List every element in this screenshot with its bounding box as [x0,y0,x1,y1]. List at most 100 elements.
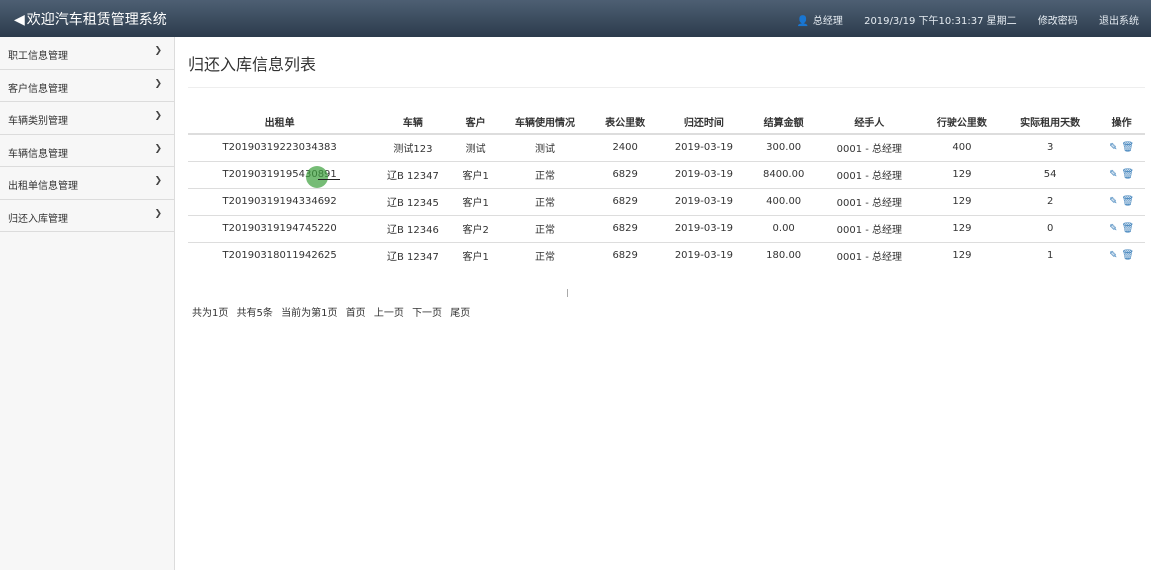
cell-odometer: 6829 [593,214,658,242]
divider [188,87,1145,88]
column-header: 客户 [454,110,497,135]
cell-amount: 0.00 [750,214,817,242]
chevron-down-icon: ❯ [154,111,162,121]
cell-handler: 0001 - 总经理 [816,241,922,269]
cell-odometer: 2400 [593,133,658,161]
pagination: 共为1页 共有5条 当前为第1页 首页 上一页 下一页 尾页 [192,304,475,319]
cell-actions: ✎ 🗑 [1098,187,1145,215]
sidebar-item-returns[interactable]: 归还入库管理 ❯ [0,200,174,232]
table-row: T20190319194334692 辽B 12345 客户1 正常 6829 … [188,187,1145,215]
table-row: T20190319223034383 测试123 测试 测试 2400 2019… [188,133,1145,161]
pager-total-records: 共有5条 [236,308,273,319]
pencil-icon[interactable]: ✎ [1109,169,1117,180]
chevron-down-icon: ❯ [154,208,162,219]
sidebar-item-label: 归还入库管理 [8,213,68,225]
table-row: T20190319194745220 辽B 12346 客户2 正常 6829 … [188,214,1145,242]
cell-odometer: 6829 [593,187,658,215]
cell-return-date: 2019-03-19 [657,160,751,188]
pencil-icon[interactable]: ✎ [1109,250,1117,261]
trash-icon[interactable]: 🗑 [1121,223,1134,234]
cell-vehicle: 辽B 12346 [371,214,455,242]
cell-distance: 400 [921,133,1002,161]
cell-days: 3 [1002,133,1099,161]
chevron-down-icon: ❯ [154,46,162,56]
pager-first-link[interactable]: 首页 [346,308,366,319]
sidebar-item-customers[interactable]: 客户信息管理 ❯ [0,70,174,102]
current-user[interactable]: 总经理 [813,16,843,27]
change-password-link[interactable]: 修改密码 [1038,16,1078,27]
column-header: 行驶公里数 [921,110,1002,135]
cell-amount: 8400.00 [750,160,817,188]
cell-days: 0 [1002,214,1099,242]
cell-handler: 0001 - 总经理 [816,214,922,242]
cell-vehicle: 辽B 12347 [371,160,455,188]
user-icon: 👤 [796,16,809,27]
sidebar-item-rental-orders[interactable]: 出租单信息管理 ❯ [0,167,174,200]
trash-icon[interactable]: 🗑 [1121,250,1134,261]
trash-icon[interactable]: 🗑 [1121,196,1134,207]
cell-handler: 0001 - 总经理 [816,187,922,215]
cell-condition: 测试 [496,133,594,161]
pager-prev-link[interactable]: 上一页 [374,308,404,319]
pencil-icon[interactable]: ✎ [1109,196,1117,207]
table-row: T20190319195430891 辽B 12347 客户1 正常 6829 … [188,160,1145,188]
sidebar-item-label: 车辆信息管理 [8,148,68,160]
column-header: 实际租用天数 [1002,110,1099,135]
sidebar-item-vehicles[interactable]: 车辆信息管理 ❯ [0,135,174,167]
app-title: ◀ 欢迎汽车租赁管理系统 [14,12,167,28]
cell-actions: ✎ 🗑 [1098,160,1145,188]
cell-vehicle: 辽B 12347 [371,241,455,269]
logout-link[interactable]: 退出系统 [1099,16,1139,27]
cell-vehicle: 辽B 12345 [371,187,455,215]
cell-condition: 正常 [496,214,594,242]
cell-customer: 测试 [454,133,497,161]
returns-table: 出租单 车辆 客户 车辆使用情况 表公里数 归还时间 结算金额 经手人 行驶公里… [188,110,1145,269]
cell-distance: 129 [921,241,1002,269]
cell-order: T20190319195430891 [188,160,372,188]
cell-handler: 0001 - 总经理 [816,133,922,161]
sidebar: 职工信息管理 ❯ 客户信息管理 ❯ 车辆类别管理 ❯ 车辆信息管理 ❯ 出租单信息管理 ❯… [0,37,175,570]
cell-customer: 客户1 [454,187,497,215]
cell-days: 2 [1002,187,1099,215]
cell-distance: 129 [921,160,1002,188]
column-header: 操作 [1098,110,1145,135]
sidebar-item-label: 职工信息管理 [8,51,68,62]
cell-odometer: 6829 [593,160,658,188]
cell-return-date: 2019-03-19 [657,241,751,269]
sidebar-item-vehicle-types[interactable]: 车辆类别管理 ❯ [0,102,174,135]
cell-condition: 正常 [496,187,594,215]
trash-icon[interactable]: 🗑 [1121,169,1134,180]
pencil-icon[interactable]: ✎ [1109,223,1117,234]
sidebar-item-label: 客户信息管理 [8,83,68,95]
pencil-icon[interactable]: ✎ [1109,142,1117,153]
page-title: 归还入库信息列表 [188,55,317,74]
cell-distance: 129 [921,187,1002,215]
cell-days: 1 [1002,241,1099,269]
cell-actions: ✎ 🗑 [1098,241,1145,269]
pager-next-link[interactable]: 下一页 [412,308,442,319]
cell-order: T20190319223034383 [188,133,372,161]
cell-actions: ✎ 🗑 [1098,133,1145,161]
cell-actions: ✎ 🗑 [1098,214,1145,242]
cell-return-date: 2019-03-19 [657,214,751,242]
cell-return-date: 2019-03-19 [657,133,751,161]
chevron-down-icon: ❯ [154,143,162,154]
trash-icon[interactable]: 🗑 [1121,142,1134,153]
sidebar-item-label: 出租单信息管理 [8,181,78,192]
cell-return-date: 2019-03-19 [657,187,751,215]
table-header-row: 出租单 车辆 客户 车辆使用情况 表公里数 归还时间 结算金额 经手人 行驶公里… [188,110,1145,135]
cell-condition: 正常 [496,241,594,269]
cell-customer: 客户1 [454,241,497,269]
cell-order: T20190319194745220 [188,214,372,242]
cursor-indicator [318,179,340,180]
sidebar-item-staff[interactable]: 职工信息管理 ❯ [0,37,174,70]
cell-order: T20190318011942625 [188,241,372,269]
pager-total-pages: 共为1页 [192,308,229,319]
pager-last-link[interactable]: 尾页 [450,308,470,319]
main-content: 归还入库信息列表 出租单 车辆 客户 车辆使用情况 表公里数 归还时间 结算金额… [176,37,1151,570]
cell-vehicle: 测试123 [371,133,455,161]
top-nav: 👤 总经理 2019/3/19 下午10:31:37 星期二 修改密码 退出系统 [796,12,1139,27]
chevron-down-icon: ❯ [154,176,162,186]
top-bar: ◀ 欢迎汽车租赁管理系统 👤 总经理 2019/3/19 下午10:31:37 星期… [0,0,1151,37]
cell-customer: 客户1 [454,160,497,188]
